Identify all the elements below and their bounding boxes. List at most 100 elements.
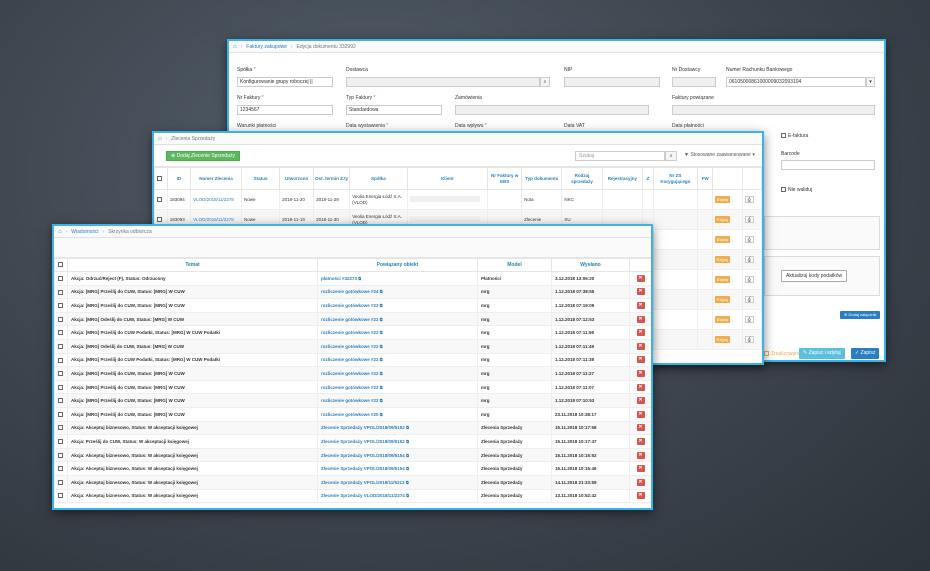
external-link-icon: ⧉ — [379, 398, 383, 404]
col-z[interactable]: Z — [642, 167, 654, 190]
cell-obiekt-link[interactable]: rozliczenie gotówkowe #22 ⧉ — [317, 311, 478, 327]
table-row[interactable]: Akcja: [MRG] Prześlij do CUW Podatki, St… — [54, 352, 651, 368]
row-checkbox — [58, 452, 63, 458]
col-nr-faktury-ebs[interactable]: Nr Faktury w EBS — [487, 167, 523, 190]
aktualizuj-kody-button[interactable]: Aktualizuj kody podatków — [781, 270, 848, 282]
delete-icon: ✕ — [636, 383, 645, 391]
nr-faktury-input[interactable]: 1234567 — [237, 105, 333, 115]
save-and-edit-button[interactable]: ✎ Zapisz i edytuj — [799, 348, 845, 359]
dostawca-input[interactable] — [346, 77, 540, 87]
spolka-select[interactable]: Konfigurowanie grupy roboczej || — [237, 77, 333, 87]
external-link-icon: ⧉ — [406, 425, 409, 431]
cell-obiekt-link[interactable]: rozliczenie gotówkowe #22 ⧉ — [317, 325, 478, 340]
cell-obiekt-link[interactable]: rozliczenie gotówkowe #24 ⧉ — [317, 284, 478, 300]
cell-temat: Akcja: [MRG] Prześlij do CUW, Status: [M… — [67, 284, 318, 300]
home-icon[interactable]: ⌂ — [158, 136, 162, 142]
table-row[interactable]: Akcja: [MRG] Prześlij do CUW, Status: [M… — [54, 284, 651, 300]
typ-faktury-select[interactable]: Standardowa — [346, 105, 442, 115]
delete-icon: ✕ — [636, 329, 645, 337]
nr-dostawcy-label: Nr Dostawcy — [672, 67, 701, 73]
add-sales-order-button[interactable]: ⊕ Dodaj Zlecenie Sprzedaży — [166, 151, 240, 161]
search-icon[interactable]: ⌕ — [540, 77, 550, 87]
table-row[interactable]: Akcja: Akceptuj biznesowo, Status: W akc… — [54, 447, 651, 463]
cell-obiekt-link[interactable]: Zlecenie Sprzedaży VPOL/2018/11/5213 ⧉ — [317, 474, 478, 490]
breadcrumb-link[interactable]: Faktury zakupowe — [246, 44, 287, 50]
cell-obiekt-link[interactable]: rozliczenie gotówkowe #22 ⧉ — [317, 352, 478, 368]
nr-dostawcy-input[interactable] — [672, 77, 716, 87]
cell-model: Płatności — [477, 271, 552, 286]
breadcrumb-link[interactable]: Wiadomości — [71, 229, 98, 235]
search-input[interactable]: Szukaj — [575, 151, 665, 161]
home-icon[interactable]: ⌂ — [58, 229, 62, 235]
zamowienia-input[interactable] — [455, 105, 649, 115]
col-klient[interactable]: Klient — [406, 167, 489, 190]
cell-obiekt-link[interactable]: płatności #42273 ⧉ — [317, 271, 478, 286]
efaktura-checkbox[interactable]: E-faktura — [781, 133, 808, 139]
col-fw[interactable]: FW — [697, 167, 714, 190]
table-row[interactable]: Akcja: [MRG] Odeślij do CUW, Status: [MR… — [54, 311, 651, 327]
cell-obiekt-link[interactable]: rozliczenie gotówkowe #22 ⧉ — [317, 338, 478, 354]
nr-rachunku-select[interactable]: 06105000861000009032093104 — [726, 77, 866, 87]
col-temat[interactable]: Temat — [67, 258, 318, 272]
cell-obiekt-link[interactable]: rozliczenie gotówkowe #20 ⧉ — [317, 406, 478, 422]
external-link-icon: ⧉ — [379, 316, 383, 322]
cell-temat: Akcja: Akceptuj biznesowo, Status: W akc… — [67, 420, 318, 436]
table-row[interactable]: Akcja: Akceptuj biznesowo, Status: W akc… — [54, 420, 651, 436]
table-row[interactable]: Akcja: [MRG] Odeślij do CUW, Status: [MR… — [54, 338, 651, 354]
table-row[interactable]: Akcja: Akceptuj biznesowo, Status: W akc… — [54, 474, 651, 490]
col-status[interactable]: Status — [240, 167, 281, 190]
col-spolka[interactable]: Spółka — [349, 167, 408, 190]
col-nr-zs-korygujacego[interactable]: Nr ZS Korygującego — [652, 167, 699, 190]
cell-obiekt-link[interactable]: rozliczenie gotówkowe #22 ⧉ — [317, 393, 478, 408]
cell-nr-faktury-ebs — [487, 189, 523, 210]
breadcrumb: ⌂ › Zlecenia Sprzedaży — [154, 133, 762, 145]
chevron-down-icon[interactable]: ▾ — [866, 77, 875, 87]
table-row[interactable]: Akcja: [MRG] Prześlij do CUW Podatki, St… — [54, 325, 651, 340]
col-termin[interactable]: Ost. termin Z.ty — [313, 167, 351, 190]
col-id[interactable]: ID — [166, 167, 192, 190]
nie-waliduj-checkbox[interactable]: Nie waliduj — [781, 187, 812, 193]
home-icon[interactable]: ⌂ — [233, 44, 237, 50]
barcode-input[interactable] — [781, 160, 875, 170]
col-wyslano[interactable]: Wysłano — [551, 258, 630, 272]
cell-obiekt-link[interactable]: rozliczenie gotówkowe #23 ⧉ — [317, 298, 478, 313]
cell-obiekt-link[interactable]: Zlecenie Sprzedaży VPOL/2018/09/5152 ⧉ — [317, 434, 478, 449]
cell-obiekt-link[interactable]: rozliczenie gotówkowe #22 ⧉ — [317, 366, 478, 381]
cell-numer-link[interactable]: VLOD/2018/11/2278 — [190, 189, 242, 210]
cell-obiekt-link[interactable]: Zlecenie Sprzedaży VPOL/2018/09/5154 ⧉ — [317, 447, 478, 463]
row-checkbox — [58, 466, 63, 472]
cell-obiekt-link[interactable]: rozliczenie gotówkowe #22 ⧉ — [317, 379, 478, 395]
cell-obiekt-link[interactable]: Zlecenie Sprzedaży VPOL/2018/09/5152 ⧉ — [317, 420, 478, 436]
zrealizowano-checkbox[interactable]: Zrealizowano — [764, 351, 801, 357]
col-typ[interactable]: Typ dokumentu — [521, 167, 563, 190]
dostawca-label: Dostawca — [346, 67, 368, 73]
table-row[interactable]: Akcja: Prześlij do CUW, Status: W akcept… — [54, 434, 651, 449]
faktury-powiazane-input[interactable] — [672, 105, 875, 115]
table-row[interactable]: Akcja: Akceptuj biznesowo, Status: W akc… — [54, 488, 651, 504]
save-button[interactable]: ✓ Zapisz — [851, 348, 880, 359]
col-utworzono[interactable]: Utworzono — [279, 167, 315, 190]
table-row[interactable]: 183094 VLOD/2018/11/2278 Nowe 2018-11-20 201… — [154, 189, 762, 210]
search-icon[interactable]: ⌕ — [665, 151, 677, 161]
edit-button: Edytuj — [715, 336, 731, 343]
col-rejestracyjny[interactable]: Rejestracyjny — [601, 167, 644, 190]
table-row[interactable]: Akcja: [MRG] Prześlij do CUW, Status: [M… — [54, 406, 651, 422]
external-link-icon: ⧉ — [379, 370, 383, 376]
cell-obiekt-link[interactable]: Zlecenie Sprzedaży VPOL/2018/09/5154 ⧉ — [317, 461, 478, 476]
col-numer[interactable]: Numer Zlecenia — [190, 167, 242, 190]
col-rodzaj[interactable]: Rodzaj sprzedaży — [561, 167, 603, 190]
table-row[interactable]: Akcja: [MRG] Prześlij do CUW, Status: [M… — [54, 393, 651, 408]
col-powiazany-obiekt[interactable]: Powiązany obiekt — [317, 258, 478, 272]
table-row[interactable]: Akcja: Odrzuć/Reject (F), Status: Odrzuc… — [54, 271, 651, 286]
table-row[interactable]: Akcja: [MRG] Prześlij do CUW, Status: [M… — [54, 379, 651, 395]
col-model[interactable]: Model — [477, 258, 552, 272]
nip-input[interactable] — [564, 77, 660, 87]
add-attachment-button[interactable]: ⊕ Dodaj załącznik — [840, 311, 881, 319]
cell-wyslano: 1.12.2018 07:12:53 — [551, 311, 630, 327]
cell-obiekt-link[interactable]: Zlecenie Sprzedaży VLOD/2018/11/2274 ⧉ — [317, 488, 478, 504]
table-row[interactable]: Akcja: Akceptuj biznesowo, Status: W akc… — [54, 461, 651, 476]
advanced-filter-toggle[interactable]: ▼ Stosowane zaawansowane ▾ — [684, 152, 755, 158]
external-link-icon: ⧉ — [406, 452, 409, 458]
table-row[interactable]: Akcja: [MRG] Prześlij do CUW, Status: [M… — [54, 298, 651, 313]
table-row[interactable]: Akcja: [MRG] Prześlij do CUW, Status: [M… — [54, 366, 651, 381]
